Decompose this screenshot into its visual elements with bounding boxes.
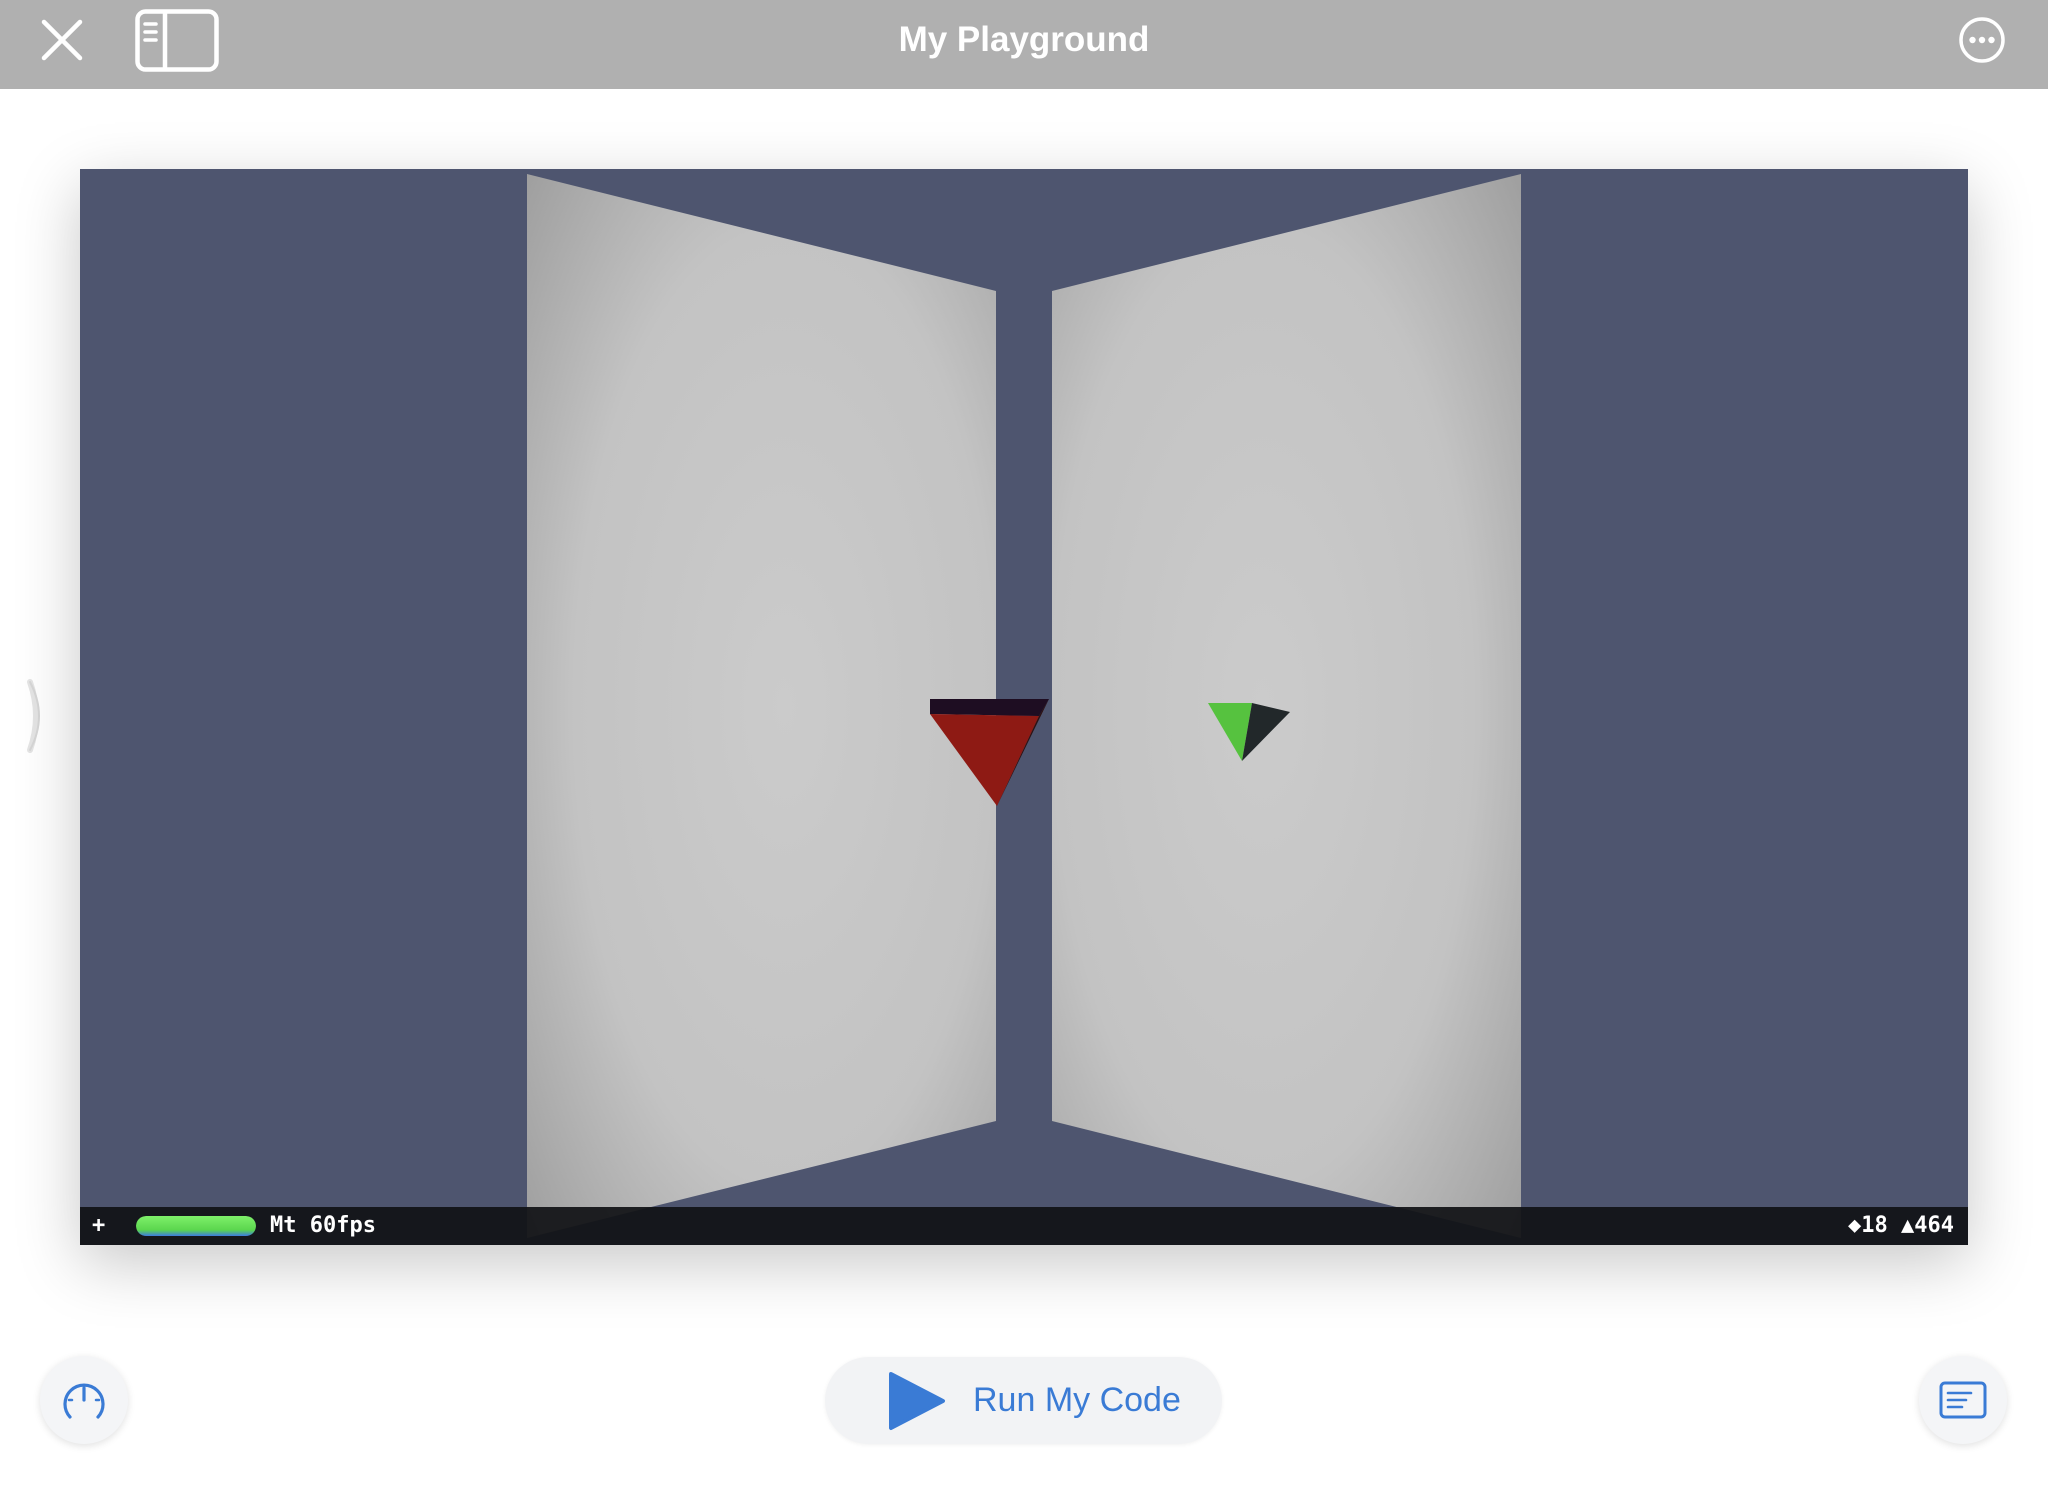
glossary-text-icon xyxy=(1939,1381,1987,1419)
glossary-button[interactable] xyxy=(1919,1356,2007,1444)
more-options-button[interactable] xyxy=(1958,16,2006,64)
live-view[interactable]: + Mt 60fps ◆18 ▲464 xyxy=(80,169,1968,1245)
performance-meter xyxy=(136,1216,256,1236)
run-my-code-button[interactable]: Run My Code xyxy=(825,1357,1222,1444)
right-wall-panel xyxy=(1052,174,1521,1238)
side-handle[interactable] xyxy=(24,678,54,754)
ellipsis-circle-icon xyxy=(1959,17,2005,63)
node-triangle-counts: ◆18 ▲464 xyxy=(1848,1213,1954,1238)
scene-3d[interactable] xyxy=(80,169,1968,1245)
navigation-bar: My Playground xyxy=(0,0,2048,89)
fps-label: Mt 60fps xyxy=(270,1213,376,1238)
scene-statistics-bar: + Mt 60fps ◆18 ▲464 xyxy=(80,1207,1968,1245)
speedometer-icon xyxy=(63,1383,105,1419)
play-icon xyxy=(889,1372,945,1430)
run-button-label: Run My Code xyxy=(973,1381,1181,1419)
performance-meter-fill xyxy=(136,1216,256,1236)
chevron-right-icon xyxy=(27,679,40,753)
stats-expand-button[interactable]: + xyxy=(92,1207,105,1245)
left-wall-panel xyxy=(527,174,996,1238)
speed-button[interactable] xyxy=(40,1356,128,1444)
page-title: My Playground xyxy=(898,20,1150,59)
